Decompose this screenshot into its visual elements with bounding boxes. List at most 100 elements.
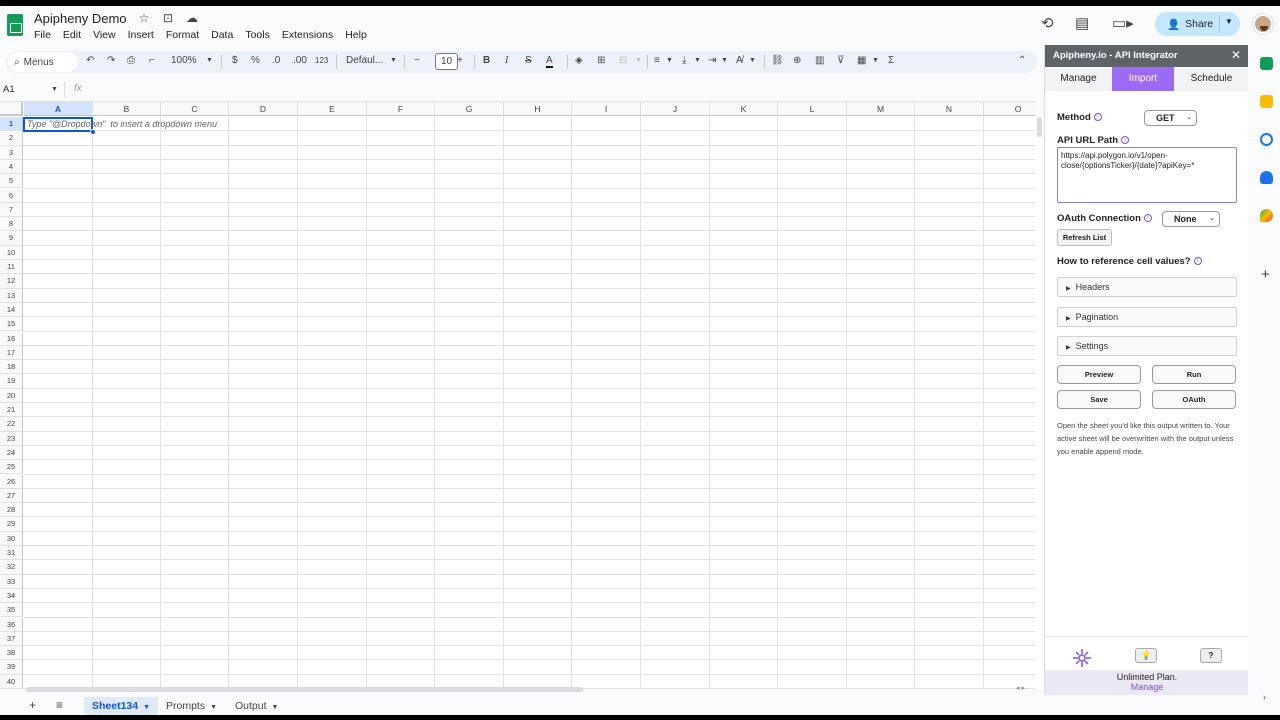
vertical-align-icon[interactable]: ⤓ [682, 55, 686, 66]
share-caret-icon[interactable]: ▼ [1225, 17, 1233, 26]
increase-decimal-button[interactable]: .00 [293, 55, 307, 66]
italic-button[interactable]: I [505, 55, 508, 66]
increase-font-size-icon[interactable]: + [457, 55, 463, 66]
menu-insert[interactable]: Insert [128, 29, 159, 41]
merge-caret-icon[interactable]: ▼ [635, 57, 642, 64]
menu-tools[interactable]: Tools [245, 29, 275, 41]
collapse-toolbar-icon[interactable]: ⌃ [1018, 55, 1026, 66]
valign-caret-icon[interactable]: ▼ [694, 57, 701, 64]
row-header[interactable]: 35 [0, 603, 23, 618]
insert-chart-icon[interactable]: ▥ [815, 55, 824, 66]
menu-extensions[interactable]: Extensions [282, 29, 338, 41]
method-select[interactable]: GET ⌄ [1144, 110, 1197, 126]
vertical-scrollbar[interactable] [1036, 116, 1044, 690]
row-header[interactable]: 17 [0, 345, 23, 361]
share-button[interactable]: 👤 Share ▼ [1155, 12, 1240, 36]
zoom-caret-icon[interactable]: ▼ [206, 57, 213, 64]
info-icon[interactable]: i [1193, 257, 1202, 266]
sheets-logo-icon[interactable] [7, 14, 23, 36]
column-header[interactable]: J [641, 102, 710, 116]
keep-icon[interactable] [1260, 95, 1273, 108]
comments-icon[interactable]: ▤ [1075, 14, 1089, 32]
row-header[interactable]: 3 [0, 145, 23, 160]
row-header[interactable]: 1 [0, 117, 23, 132]
chevron-down-icon[interactable]: ▼ [143, 704, 150, 711]
document-title[interactable]: Apipheny Demo [34, 11, 127, 26]
paint-format-icon[interactable]: ⌐ [149, 55, 155, 66]
row-header[interactable]: 28 [0, 503, 23, 518]
row-header[interactable]: 26 [0, 474, 23, 489]
halign-caret-icon[interactable]: ▼ [666, 57, 673, 64]
font-select[interactable]: Defaul... [346, 55, 383, 66]
column-header[interactable]: D [229, 102, 298, 116]
close-icon[interactable]: ✕ [1231, 48, 1241, 62]
filter-views-icon[interactable]: ▦ [857, 55, 866, 66]
apipheny-logo-icon[interactable] [1072, 648, 1092, 668]
row-header[interactable]: 37 [0, 631, 23, 647]
row-header[interactable]: 4 [0, 159, 23, 175]
menu-edit[interactable]: Edit [63, 29, 86, 41]
row-header[interactable]: 38 [0, 646, 23, 661]
insert-link-icon[interactable]: ⛓ [771, 55, 784, 66]
row-header[interactable]: 39 [0, 660, 23, 675]
star-icon[interactable]: ☆ [136, 11, 152, 25]
insert-comment-icon[interactable]: ⊕ [793, 55, 801, 66]
chevron-down-icon[interactable]: ▼ [272, 704, 279, 711]
row-header[interactable]: 30 [0, 531, 23, 546]
decrease-font-size-icon[interactable]: − [414, 55, 420, 66]
pagination-accordion[interactable]: ▶ Pagination [1057, 307, 1237, 327]
sheet-tab-output[interactable]: Output ▼ [227, 697, 286, 716]
menu-help[interactable]: Help [345, 29, 372, 41]
row-header[interactable]: 36 [0, 617, 23, 632]
tab-manage[interactable]: Manage [1045, 67, 1112, 91]
fill-color-icon[interactable]: ◈ [575, 55, 583, 66]
cloud-status-icon[interactable]: ☁ [184, 11, 200, 25]
font-caret-icon[interactable]: ▼ [390, 57, 397, 64]
column-header[interactable]: A [24, 102, 93, 116]
row-header[interactable]: 21 [0, 403, 23, 418]
number-format-button[interactable]: 123 [315, 56, 328, 65]
reference-help-label[interactable]: How to reference cell values? i [1057, 256, 1202, 267]
menu-format[interactable]: Format [166, 29, 204, 41]
zoom-select[interactable]: 100% [171, 55, 197, 66]
decrease-decimal-button[interactable]: .0 [272, 55, 280, 66]
column-header[interactable]: M [847, 102, 915, 116]
redo-icon[interactable]: ↷ [107, 55, 115, 66]
sheet-tab-sheet134[interactable]: Sheet134 ▼ [84, 697, 159, 716]
column-header[interactable]: L [778, 102, 847, 116]
menu-search-box[interactable]: ⌕ Menus [8, 52, 78, 72]
horizontal-align-icon[interactable]: ≡ [654, 55, 660, 66]
tasks-icon[interactable] [1260, 133, 1273, 146]
contacts-icon[interactable] [1260, 171, 1273, 184]
oauth-button[interactable]: OAuth [1152, 390, 1236, 409]
row-header[interactable]: 32 [0, 560, 23, 575]
fill-handle[interactable] [90, 129, 96, 135]
row-header[interactable]: 33 [0, 574, 23, 589]
strikethrough-icon[interactable]: S [525, 55, 532, 66]
currency-format-button[interactable]: $ [232, 55, 238, 66]
row-header[interactable]: 19 [0, 374, 23, 389]
text-color-icon[interactable]: A [546, 55, 553, 68]
undo-icon[interactable]: ↶ [86, 55, 94, 66]
row-header[interactable]: 40 [0, 674, 23, 689]
font-size-input[interactable]: 10 [435, 53, 458, 70]
column-header[interactable]: F [367, 102, 435, 116]
calendar-icon[interactable] [1260, 57, 1273, 70]
row-header[interactable]: 25 [0, 460, 23, 475]
functions-icon[interactable]: Σ [888, 55, 894, 66]
manage-plan-link[interactable]: Manage [1045, 682, 1249, 692]
row-header[interactable]: 31 [0, 546, 23, 561]
menu-view[interactable]: View [93, 29, 121, 41]
column-header[interactable]: O [984, 102, 1036, 116]
menu-file[interactable]: File [34, 29, 56, 41]
row-header[interactable]: 14 [0, 302, 23, 318]
row-header[interactable]: 24 [0, 445, 23, 461]
horizontal-scroll-arrows-icon[interactable]: ◂ ▸ [1016, 684, 1025, 692]
filter-icon[interactable]: ⊽ [837, 55, 844, 66]
preview-button[interactable]: Preview [1057, 365, 1141, 384]
row-header[interactable]: 9 [0, 231, 23, 246]
tab-import[interactable]: Import [1112, 67, 1174, 91]
sheet-tab-prompts[interactable]: Prompts ▼ [158, 697, 225, 716]
vertical-scroll-thumb[interactable] [1037, 117, 1042, 137]
wrap-caret-icon[interactable]: ▼ [721, 57, 728, 64]
